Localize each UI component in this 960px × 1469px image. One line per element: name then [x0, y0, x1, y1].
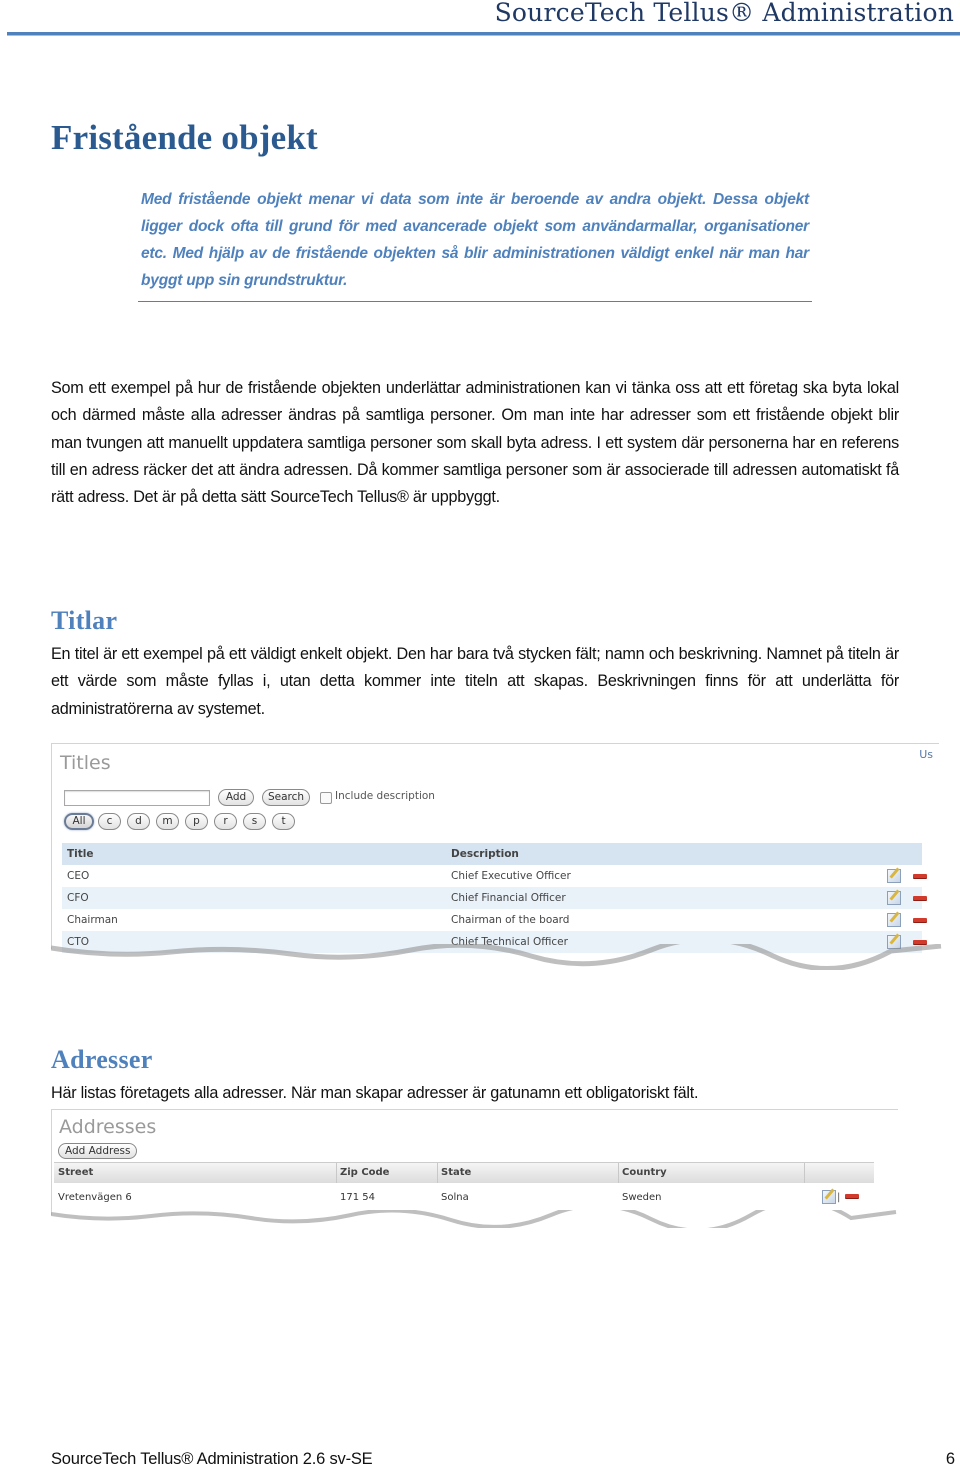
delete-icon[interactable]	[913, 896, 927, 900]
adresser-paragraph: Här listas företagets alla adresser. När…	[51, 1084, 699, 1102]
cell-street: Vretenvägen 6	[58, 1192, 132, 1203]
cell-zip: 171 54	[340, 1192, 375, 1203]
cell-country: Sweden	[622, 1192, 662, 1203]
cell-description: Chief Financial Officer	[451, 892, 566, 904]
titlar-paragraph: En titel är ett exempel på ett väldigt e…	[51, 645, 899, 718]
titles-table: Title Description CEO Chief Executive Off…	[62, 843, 927, 953]
header-rule	[7, 32, 960, 35]
column-header-street[interactable]: Street	[58, 1163, 93, 1183]
titles-panel-title: Titles	[60, 752, 111, 774]
action-separator: |	[837, 1192, 841, 1203]
body-paragraph: Som ett exempel på hur de fristående obj…	[51, 379, 899, 507]
cell-title: CFO	[67, 892, 89, 904]
filter-d[interactable]: d	[127, 813, 150, 830]
torn-edge-shadow	[51, 944, 942, 970]
include-description-label: Include description	[335, 790, 435, 802]
cell-description: Chairman of the board	[451, 914, 570, 926]
filter-p[interactable]: p	[185, 813, 208, 830]
cell-state: Solna	[441, 1192, 469, 1203]
search-button[interactable]: Search	[262, 789, 310, 806]
edit-icon[interactable]	[822, 1190, 836, 1204]
edit-icon[interactable]	[887, 891, 901, 905]
delete-icon[interactable]	[913, 918, 927, 922]
column-header-title[interactable]: Title	[67, 843, 94, 865]
addresses-table-header: Street Zip Code State Country	[54, 1162, 874, 1183]
add-button[interactable]: Add	[218, 789, 254, 806]
cell-title: CEO	[67, 870, 90, 882]
add-address-button[interactable]: Add Address	[58, 1143, 138, 1159]
footer-text: SourceTech Tellus® Administration 2.6 sv…	[51, 1450, 373, 1468]
table-row: CFO Chief Financial Officer	[62, 887, 927, 909]
edit-icon[interactable]	[887, 913, 901, 927]
intro-divider	[138, 301, 812, 302]
cell-title: Chairman	[67, 914, 118, 926]
cell-description: Chief Executive Officer	[451, 870, 571, 882]
table-row: Vretenvägen 6 171 54 Solna Sweden |	[54, 1188, 874, 1208]
filter-r[interactable]: r	[214, 813, 237, 830]
titles-screenshot: Titles Us Add Search Include description…	[51, 743, 939, 953]
column-header-description[interactable]: Description	[451, 843, 519, 865]
heading-titlar: Titlar	[51, 606, 118, 635]
filter-s[interactable]: s	[243, 813, 266, 830]
title-search-input[interactable]	[64, 790, 210, 806]
delete-icon[interactable]	[913, 874, 927, 878]
filter-m[interactable]: m	[156, 813, 179, 830]
filter-t[interactable]: t	[272, 813, 295, 830]
heading-adresser: Adresser	[51, 1045, 153, 1074]
page-title: Fristående objekt	[51, 118, 318, 157]
edit-icon[interactable]	[887, 869, 901, 883]
page-number: 6	[945, 1450, 955, 1468]
user-link[interactable]: Us	[919, 748, 933, 761]
filter-c[interactable]: c	[98, 813, 121, 830]
running-header: SourceTech Tellus® Administration	[494, 0, 954, 27]
table-header: Title Description	[62, 843, 922, 865]
torn-edge-shadow	[51, 1210, 897, 1228]
table-row: Chairman Chairman of the board	[62, 909, 927, 931]
delete-icon[interactable]	[845, 1194, 859, 1198]
column-header-country[interactable]: Country	[622, 1163, 667, 1183]
include-description-checkbox[interactable]	[320, 792, 332, 804]
column-header-zip[interactable]: Zip Code	[340, 1163, 389, 1183]
filter-all[interactable]: All	[64, 813, 94, 830]
addresses-screenshot: Addresses Add Address Street Zip Code St…	[51, 1109, 898, 1215]
addresses-panel-title: Addresses	[59, 1116, 157, 1138]
table-row: CEO Chief Executive Officer	[62, 865, 927, 887]
column-header-state[interactable]: State	[441, 1163, 471, 1183]
intro-quote: Med fristående objekt menar vi data som …	[141, 191, 809, 289]
